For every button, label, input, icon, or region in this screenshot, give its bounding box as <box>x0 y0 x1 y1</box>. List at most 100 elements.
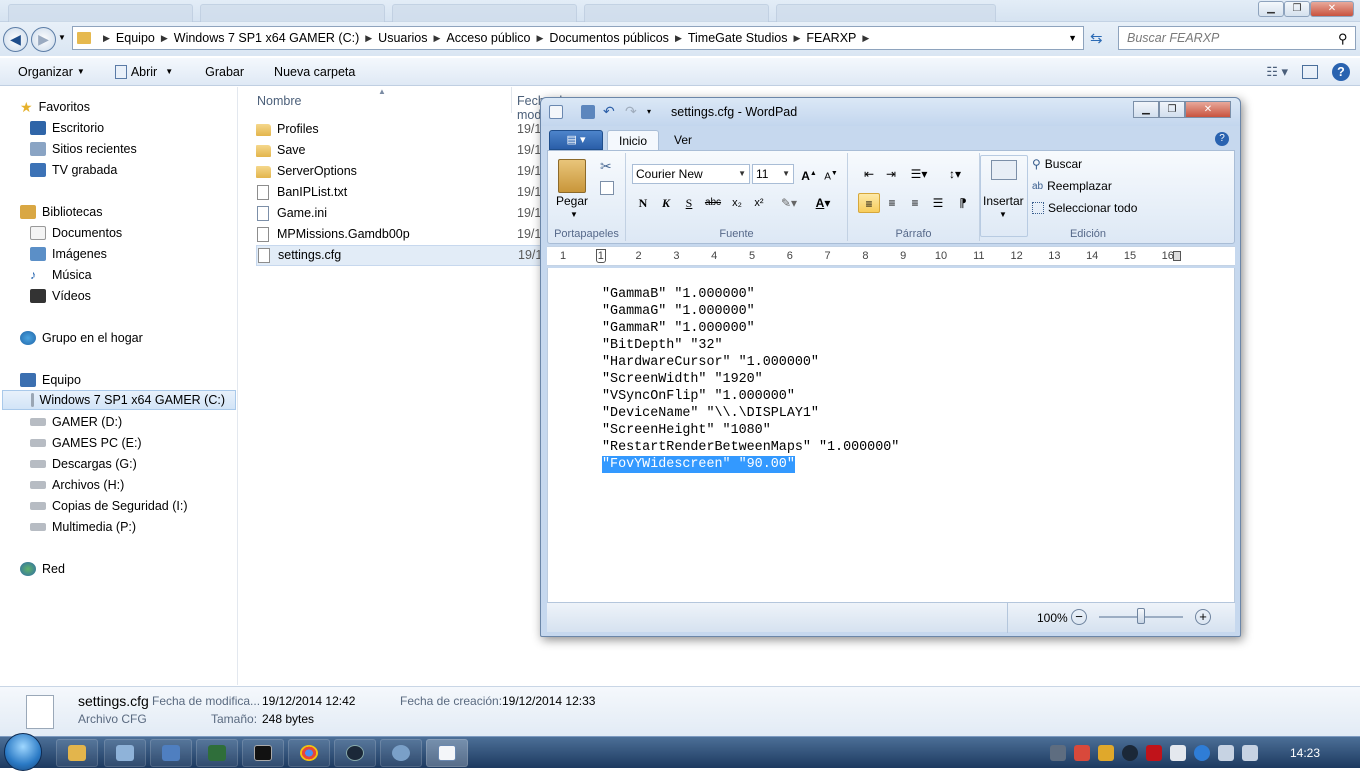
clock[interactable]: 14:23 <box>1290 746 1320 760</box>
nav-favorites[interactable]: ★ Favoritos <box>20 97 90 117</box>
nav-drive-p[interactable]: Multimedia (P:) <box>30 517 136 537</box>
burn-button[interactable]: Grabar <box>205 65 244 79</box>
recent-pages-chevron-icon[interactable]: ▼ <box>58 33 66 42</box>
chevron-down-icon[interactable]: ▼ <box>999 210 1007 219</box>
nav-drive-h[interactable]: Archivos (H:) <box>30 475 124 495</box>
nav-drive-c[interactable]: Windows 7 SP1 x64 GAMER (C:) <box>2 390 236 410</box>
document-area[interactable]: "GammaB" "1.000000" "GammaG" "1.000000" … <box>547 268 1235 602</box>
zoom-out-button[interactable]: − <box>1071 609 1087 625</box>
wordpad-taskbar-icon[interactable] <box>426 739 468 767</box>
nav-drive-d[interactable]: GAMER (D:) <box>30 412 122 432</box>
insert-button[interactable]: Insertar <box>983 194 1024 208</box>
redo-icon[interactable]: ↷ <box>625 104 639 119</box>
back-button[interactable]: ◀ <box>3 27 28 52</box>
steam-tray-icon[interactable] <box>1122 745 1138 761</box>
app-taskbar-icon-3[interactable] <box>196 739 238 767</box>
list-item[interactable]: BanIPList.txt19/12/2014 12:35 <box>256 182 614 203</box>
tab-ver[interactable]: Ver <box>663 130 703 151</box>
address-bar[interactable]: ▶ Equipo ▶ Windows 7 SP1 x64 GAMER (C:) … <box>72 26 1084 50</box>
nav-drive-i[interactable]: Copias de Seguridad (I:) <box>30 496 188 516</box>
wordpad-minimize-button[interactable]: ▁ <box>1133 101 1159 118</box>
background-tab-5[interactable] <box>776 4 996 22</box>
paragraph-settings-icon[interactable]: ⁋ <box>952 193 974 213</box>
copy-icon[interactable] <box>600 181 614 195</box>
minimize-button[interactable]: ▁ <box>1258 1 1284 17</box>
forward-button[interactable]: ▶ <box>31 27 56 52</box>
help-icon[interactable]: ? <box>1332 62 1350 81</box>
background-tab-2[interactable] <box>200 4 385 22</box>
tab-inicio[interactable]: Inicio <box>607 130 660 151</box>
breadcrumb-timegate[interactable]: TimeGate Studios <box>688 31 788 45</box>
superscript-button[interactable]: x² <box>748 193 770 213</box>
list-item[interactable]: Save19/12/2014 12:35 <box>256 140 614 161</box>
nav-bibliotecas[interactable]: Bibliotecas <box>20 202 102 222</box>
preview-pane-icon[interactable] <box>1302 64 1318 79</box>
right-indent-marker-icon[interactable] <box>1173 251 1181 261</box>
nav-equipo[interactable]: Equipo <box>20 370 81 390</box>
undo-icon[interactable]: ↶ <box>603 104 617 119</box>
paste-button[interactable]: Pegar <box>556 194 588 208</box>
underline-button[interactable]: S <box>678 193 700 213</box>
column-header-name[interactable]: Nombre <box>257 94 301 108</box>
nav-documentos[interactable]: Documentos <box>30 223 122 243</box>
shrink-font-button[interactable]: A▼ <box>820 164 842 184</box>
replace-button[interactable]: ab Reemplazar <box>1032 179 1112 193</box>
address-dropdown-icon[interactable]: ▼ <box>1068 33 1077 43</box>
tray-icon-4[interactable] <box>1146 745 1162 761</box>
background-tab-4[interactable] <box>584 4 769 22</box>
wordpad-app-icon[interactable] <box>549 105 563 119</box>
nav-sitios-recientes[interactable]: Sitios recientes <box>30 139 137 159</box>
search-icon[interactable]: ⚲ <box>1338 31 1348 47</box>
list-item[interactable]: Game.ini19/12/2014 12:35 <box>256 203 614 224</box>
bullet-list-icon[interactable]: ☰▾ <box>904 164 934 184</box>
justify-icon[interactable]: ☰ <box>927 193 949 213</box>
nav-drive-e[interactable]: GAMES PC (E:) <box>30 433 142 453</box>
nav-musica[interactable]: ♪ Música <box>30 265 92 285</box>
breadcrumb-equipo[interactable]: Equipo <box>116 31 155 45</box>
refresh-icon[interactable]: ⇆ <box>1090 29 1103 47</box>
paste-icon[interactable] <box>558 159 586 193</box>
nav-imagenes[interactable]: Imágenes <box>30 244 107 264</box>
steam-taskbar-icon[interactable] <box>334 739 376 767</box>
breadcrumb-usuarios[interactable]: Usuarios <box>378 31 427 45</box>
start-button[interactable] <box>4 733 42 771</box>
tray-icon-6[interactable] <box>1194 745 1210 761</box>
close-button[interactable]: ✕ <box>1310 1 1354 17</box>
background-tab-3[interactable] <box>392 4 577 22</box>
select-all-button[interactable]: Seleccionar todo <box>1032 201 1137 215</box>
align-center-icon[interactable]: ≡ <box>881 193 903 213</box>
tray-icon-2[interactable] <box>1074 745 1090 761</box>
italic-button[interactable]: K <box>655 193 677 213</box>
cmd-taskbar-icon[interactable] <box>242 739 284 767</box>
chevron-down-icon[interactable]: ▼ <box>570 210 578 219</box>
explorer-taskbar-icon[interactable] <box>56 739 98 767</box>
nav-grupo-hogar[interactable]: Grupo en el hogar <box>20 328 143 348</box>
app-taskbar-icon-4[interactable] <box>380 739 422 767</box>
network-tray-icon[interactable] <box>1218 745 1234 761</box>
breadcrumb-drive-c[interactable]: Windows 7 SP1 x64 GAMER (C:) <box>174 31 359 45</box>
increase-indent-icon[interactable]: ⇥ <box>880 164 902 184</box>
zoom-in-button[interactable]: + <box>1195 609 1211 625</box>
cut-icon[interactable]: ✂ <box>600 158 612 175</box>
wordpad-maximize-button[interactable]: ❐ <box>1159 101 1185 118</box>
list-item-selected[interactable]: settings.cfg19/12/2014 12:42 <box>256 245 615 266</box>
organize-button[interactable]: Organizar ▼ <box>18 65 85 79</box>
find-button[interactable]: ⚲ Buscar <box>1032 157 1082 171</box>
list-item[interactable]: ServerOptions19/12/2014 12:35 <box>256 161 614 182</box>
zoom-slider-thumb[interactable] <box>1137 608 1145 624</box>
font-color-button[interactable]: A▾ <box>808 193 838 213</box>
tray-icon-1[interactable] <box>1050 745 1066 761</box>
view-options-icon[interactable]: ☷ ▾ <box>1266 64 1288 80</box>
breadcrumb-fearxp[interactable]: FEARXP <box>806 31 856 45</box>
wordpad-menu-button[interactable]: ▤ ▾ <box>549 130 603 150</box>
align-right-icon[interactable]: ≡ <box>904 193 926 213</box>
chrome-taskbar-icon[interactable] <box>288 739 330 767</box>
strikethrough-button[interactable]: abc <box>702 193 724 213</box>
app-taskbar-icon-1[interactable] <box>104 739 146 767</box>
wordpad-close-button[interactable]: ✕ <box>1185 101 1231 118</box>
list-item[interactable]: Profiles19/12/2014 12:35 <box>256 119 614 140</box>
background-tab-1[interactable] <box>8 4 193 22</box>
wordpad-help-icon[interactable]: ? <box>1215 132 1229 146</box>
grow-font-button[interactable]: A▲ <box>798 164 820 184</box>
font-family-select[interactable]: Courier New ▼ <box>632 164 750 184</box>
